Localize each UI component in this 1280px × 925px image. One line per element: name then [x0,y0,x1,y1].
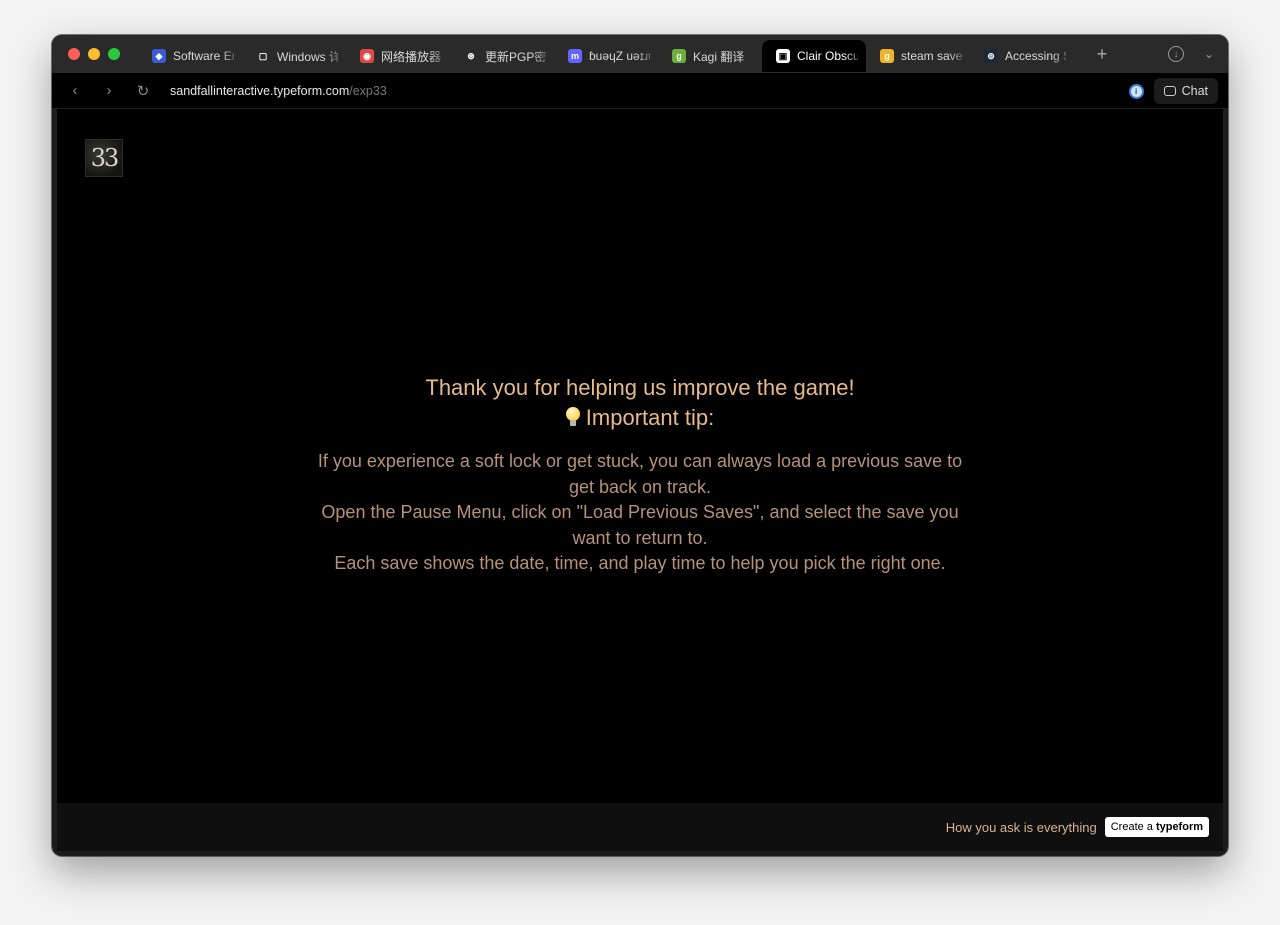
tip-line-3: Each save shows the date, time, and play… [334,553,946,573]
browser-tab[interactable]: ▢ Windows 详 [242,40,346,72]
tab-fade [428,40,450,72]
kagi-search-icon: g [880,49,894,63]
tab-fade [844,40,866,72]
tab-fade [324,40,346,72]
toolbar-actions: i Chat [1128,78,1218,104]
openai-icon: ⊛ [464,49,478,63]
password-manager-icon[interactable]: i [1128,83,1144,99]
typeform-footer: How you ask is everything Create a typefo… [57,803,1223,851]
page-content: 33 Thank you for helping us improve the … [57,109,1223,803]
forward-arrow-icon[interactable]: › [92,82,126,99]
browser-tab[interactable]: g Kagi 翻译 [658,40,762,72]
tip-line-1: If you experience a soft lock or get stu… [317,451,963,497]
new-tab-button[interactable]: + [1092,44,1112,65]
browser-tab[interactable]: ⊛更新PGP密钥 [450,40,554,72]
tab-fade [220,40,242,72]
message-block: Thank you for helping us improve the gam… [57,373,1223,577]
mastodon-icon: m [568,49,582,63]
thank-you-heading: Thank you for helping us improve the gam… [425,375,855,400]
browser-window: ◆Software En▢Windows 详◉网络播放器 -⊛更新PGP密钥mɓ… [52,35,1228,856]
chat-bubble-icon: ▢ [256,49,270,63]
typeform-icon: ▣ [776,49,790,63]
close-window-button[interactable] [68,48,80,60]
tab-fade [948,40,970,72]
browser-tab[interactable]: ◆ Software En [138,40,242,72]
back-arrow-icon[interactable]: ‹ [58,82,92,99]
browser-tab[interactable]: gsteam saved [866,40,970,72]
tab-fade [1052,40,1074,72]
expedition-33-logo: 33 [85,139,123,177]
chat-bubble-icon [1163,86,1176,96]
create-prefix: Create a [1110,821,1153,833]
lightbulb-icon [565,407,580,427]
url-host: sandfallinteractive.typeform.com [170,83,350,98]
tip-line-2: Open the Pause Menu, click on "Load Prev… [321,502,959,548]
footer-tagline: How you ask is everything [945,819,1097,835]
minimize-window-button[interactable] [88,48,100,60]
url-field[interactable]: sandfallinteractive.typeform.com/exp33 [170,84,387,98]
reload-icon[interactable]: ↻ [126,82,160,100]
browser-tab[interactable]: ▣ Clair Obscur [762,40,866,72]
kagi-icon: g [672,49,686,63]
url-path: /exp33 [349,83,387,98]
downloads-icon[interactable]: ↓ [1167,46,1184,62]
browser-tab[interactable]: ⊚ Accessing S [970,40,1074,72]
tab-fade [532,40,554,72]
chevron-down-icon[interactable]: ⌄ [1204,47,1214,61]
tip-body: If you experience a soft lock or get stu… [310,449,970,577]
chat-button[interactable]: Chat [1153,78,1218,104]
create-typeform-button[interactable]: Create a typeform [1104,817,1209,837]
tab-fade [740,40,762,72]
browser-tab[interactable]: ◉ 网络播放器 - [346,40,450,72]
chat-label: Chat [1181,84,1208,98]
zoom-window-button[interactable] [108,48,120,60]
tab-strip: ◆Software En▢Windows 详◉网络播放器 -⊛更新PGP密钥mɓ… [138,35,1074,73]
tip-heading: Important tip: [57,403,1223,433]
address-toolbar: ‹ › ↻ sandfallinteractive.typeform.com/e… [52,73,1228,109]
browser-tab[interactable]: m ɓuәɥZ uәɪɹɐ [554,40,658,72]
window-controls [68,48,138,60]
tip-heading-text: Important tip: [585,405,715,430]
software-eng-icon: ◆ [152,49,166,63]
player-icon: ◉ [360,49,374,63]
tab-fade [636,40,658,72]
tab-bar: ◆Software En▢Windows 详◉网络播放器 -⊛更新PGP密钥mɓ… [52,35,1228,73]
tabbar-actions: ↓ ⌄ [1167,35,1214,73]
steam-icon: ⊚ [984,49,998,63]
create-brand: typeform [1155,821,1203,833]
